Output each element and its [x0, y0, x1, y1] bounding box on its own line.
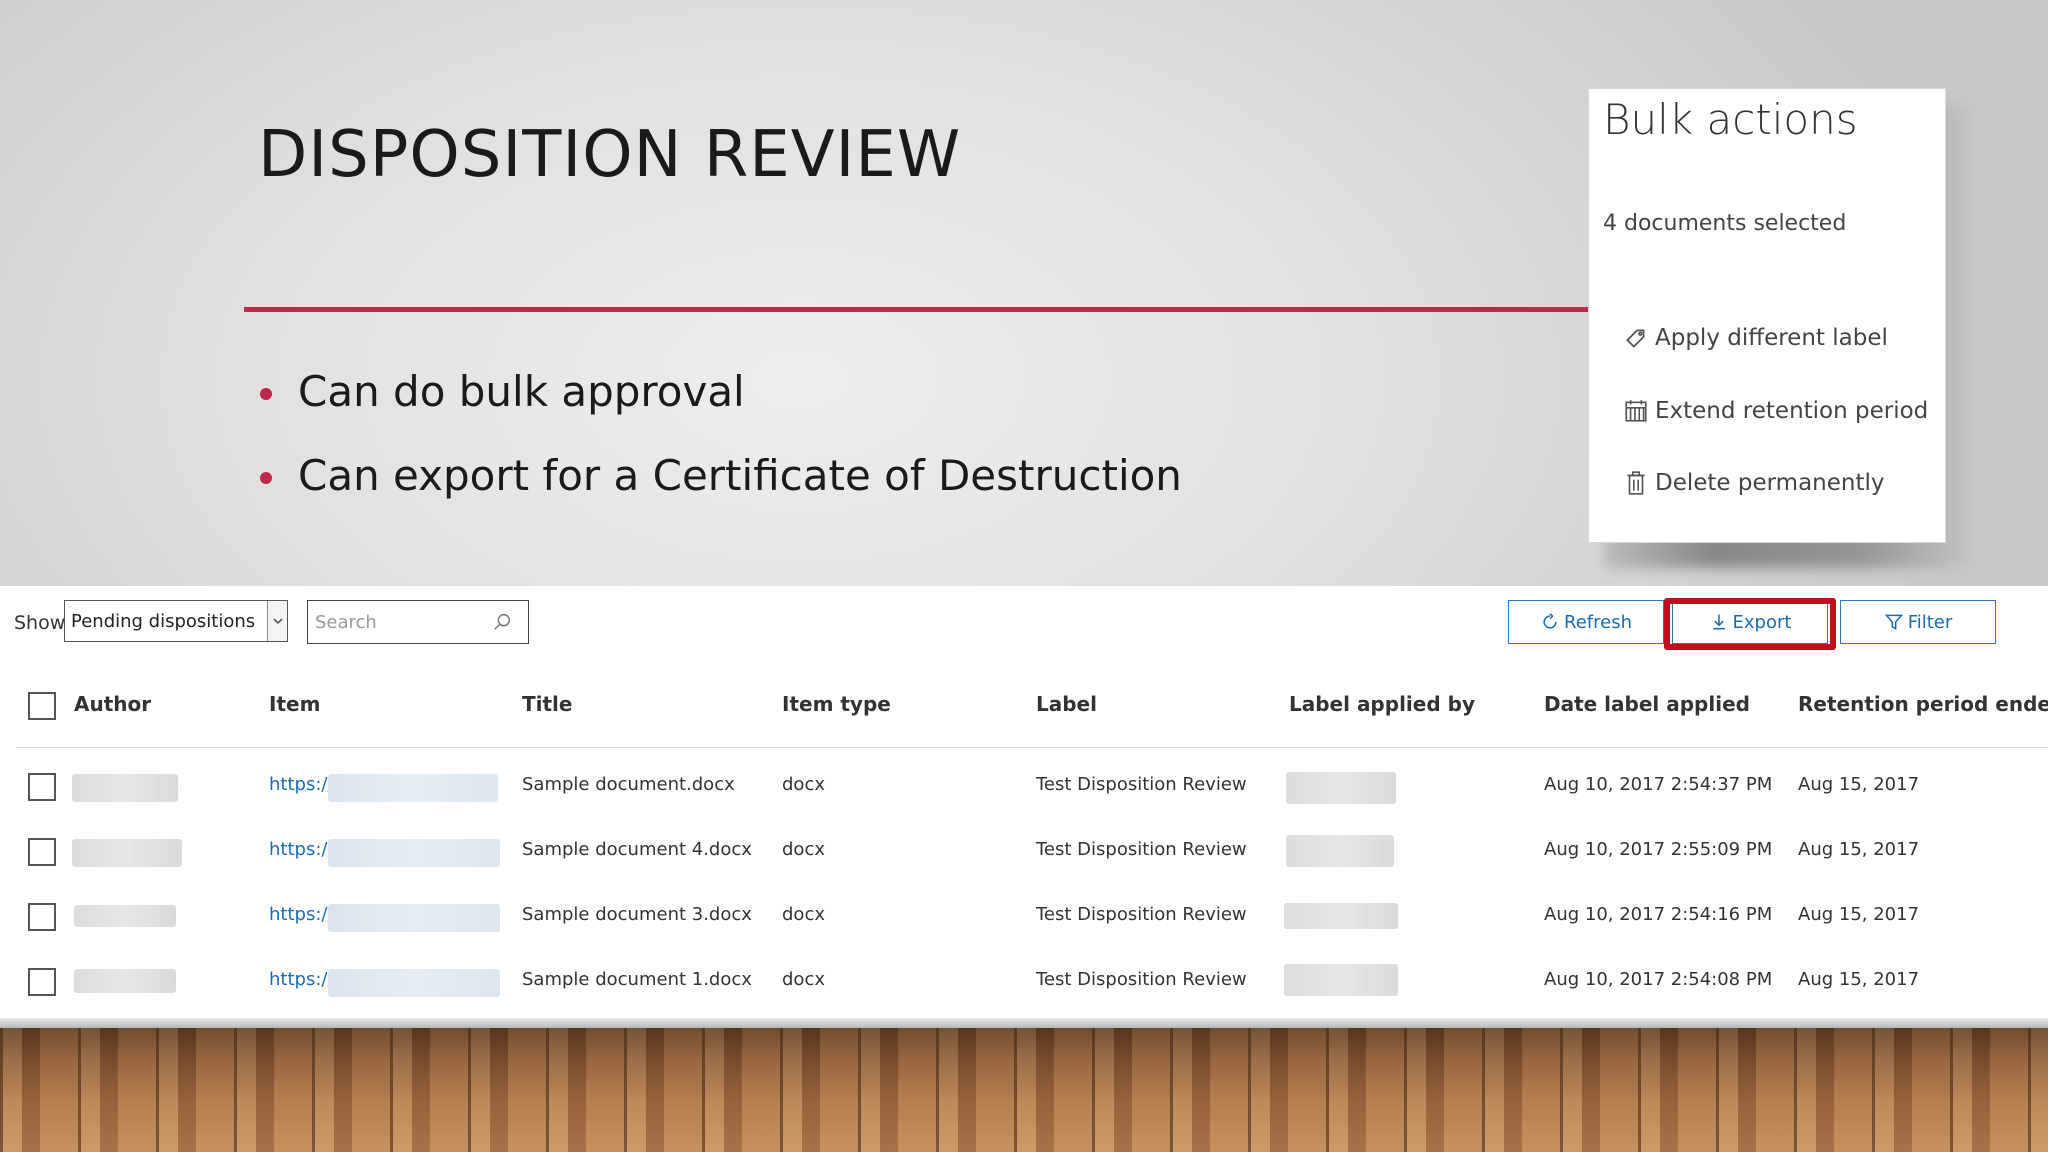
- show-dropdown-value: Pending dispositions: [71, 610, 256, 632]
- label-cell: Test Disposition Review: [1036, 839, 1247, 860]
- bulk-actions-panel: Bulk actions 4 documents selected Apply …: [1588, 88, 1946, 543]
- extend-retention-text: Extend retention period: [1655, 398, 1929, 424]
- title-divider: [244, 307, 1590, 312]
- filter-label: Filter: [1907, 611, 1953, 633]
- select-all-checkbox[interactable]: [28, 692, 56, 720]
- item-link[interactable]: https://: [269, 904, 334, 925]
- refresh-button[interactable]: Refresh: [1508, 600, 1664, 644]
- search-box[interactable]: [307, 600, 529, 644]
- date-applied-cell: Aug 10, 2017 2:54:16 PM: [1544, 904, 1773, 925]
- apply-label-action[interactable]: Apply different label: [1623, 325, 1888, 351]
- column-header-label[interactable]: Label: [1036, 692, 1097, 716]
- title-cell: Sample document 4.docx: [522, 839, 752, 860]
- refresh-icon: [1543, 613, 1557, 629]
- redacted-url: [328, 969, 500, 997]
- item-type-cell: docx: [782, 839, 825, 860]
- column-header-author[interactable]: Author: [74, 692, 151, 716]
- chevron-down-icon[interactable]: [267, 601, 287, 641]
- retention-ended-cell: Aug 15, 2017: [1798, 839, 1920, 860]
- apply-label-text: Apply different label: [1655, 325, 1888, 351]
- disposition-app-screenshot: [0, 586, 2048, 1021]
- tag-icon: [1626, 329, 1645, 348]
- redacted-applied-by: [1284, 903, 1398, 929]
- item-type-cell: docx: [782, 774, 825, 795]
- date-applied-cell: Aug 10, 2017 2:55:09 PM: [1544, 839, 1773, 860]
- redacted-url: [328, 839, 500, 867]
- redacted-author: [72, 774, 178, 802]
- item-type-cell: docx: [782, 969, 825, 990]
- header-divider: [16, 747, 2048, 748]
- filter-button[interactable]: Filter: [1840, 600, 1996, 644]
- column-header-title[interactable]: Title: [522, 692, 572, 716]
- export-highlight-box: [1664, 598, 1836, 650]
- calendar-icon: [1625, 400, 1647, 422]
- bullet-dot-icon: [260, 388, 272, 400]
- item-link[interactable]: https://: [269, 969, 334, 990]
- redacted-applied-by: [1286, 772, 1396, 804]
- row-checkbox[interactable]: [28, 968, 56, 996]
- bullet-list: Can do bulk approval Can export for a Ce…: [260, 362, 1182, 530]
- label-cell: Test Disposition Review: [1036, 969, 1247, 990]
- bullet-item: Can do bulk approval: [260, 362, 1182, 446]
- redacted-author: [72, 839, 182, 867]
- screenshot-bottom-edge: [0, 1018, 2048, 1028]
- bullet-text: Can export for a Certificate of Destruct…: [298, 451, 1182, 500]
- show-dropdown[interactable]: Pending dispositions: [64, 600, 288, 642]
- date-applied-cell: Aug 10, 2017 2:54:08 PM: [1544, 969, 1773, 990]
- redacted-url: [328, 904, 500, 932]
- retention-ended-cell: Aug 15, 2017: [1798, 774, 1920, 795]
- date-applied-cell: Aug 10, 2017 2:54:37 PM: [1544, 774, 1773, 795]
- selected-count: 4 documents selected: [1603, 211, 1847, 236]
- row-checkbox[interactable]: [28, 838, 56, 866]
- column-header-retention-period-ended[interactable]: Retention period ended: [1798, 692, 2048, 716]
- title-cell: Sample document 3.docx: [522, 904, 752, 925]
- redacted-applied-by: [1286, 835, 1394, 867]
- bulk-actions-title: Bulk actions: [1603, 95, 1858, 144]
- delete-permanently-text: Delete permanently: [1655, 470, 1885, 496]
- column-header-item-type[interactable]: Item type: [782, 692, 891, 716]
- trash-icon: [1627, 471, 1645, 495]
- retention-ended-cell: Aug 15, 2017: [1798, 904, 1920, 925]
- label-cell: Test Disposition Review: [1036, 904, 1247, 925]
- label-cell: Test Disposition Review: [1036, 774, 1247, 795]
- row-checkbox[interactable]: [28, 773, 56, 801]
- slide-title: DISPOSITION REVIEW: [258, 118, 962, 192]
- search-icon[interactable]: [491, 611, 513, 633]
- redacted-url: [328, 774, 498, 802]
- redacted-applied-by: [1284, 964, 1398, 996]
- title-cell: Sample document 1.docx: [522, 969, 752, 990]
- item-link[interactable]: https://: [269, 774, 334, 795]
- extend-retention-action[interactable]: Extend retention period: [1623, 398, 1928, 424]
- retention-ended-cell: Aug 15, 2017: [1798, 969, 1920, 990]
- bullet-text: Can do bulk approval: [298, 367, 745, 416]
- bullet-item: Can export for a Certificate of Destruct…: [260, 446, 1182, 530]
- column-header-item[interactable]: Item: [269, 692, 320, 716]
- show-label: Show: [14, 612, 66, 634]
- redacted-author: [74, 969, 176, 993]
- title-cell: Sample document.docx: [522, 774, 735, 795]
- search-input[interactable]: [315, 611, 491, 633]
- item-type-cell: docx: [782, 904, 825, 925]
- row-checkbox[interactable]: [28, 903, 56, 931]
- wood-floor-background: [0, 1028, 2048, 1152]
- redacted-author: [74, 905, 176, 927]
- bullet-dot-icon: [260, 472, 272, 484]
- column-header-label-applied-by[interactable]: Label applied by: [1289, 692, 1475, 716]
- column-header-date-label-applied[interactable]: Date label applied: [1544, 692, 1750, 716]
- item-link[interactable]: https://: [269, 839, 334, 860]
- filter-icon: [1884, 614, 1903, 630]
- refresh-label: Refresh: [1564, 611, 1632, 633]
- delete-permanently-action[interactable]: Delete permanently: [1623, 470, 1885, 496]
